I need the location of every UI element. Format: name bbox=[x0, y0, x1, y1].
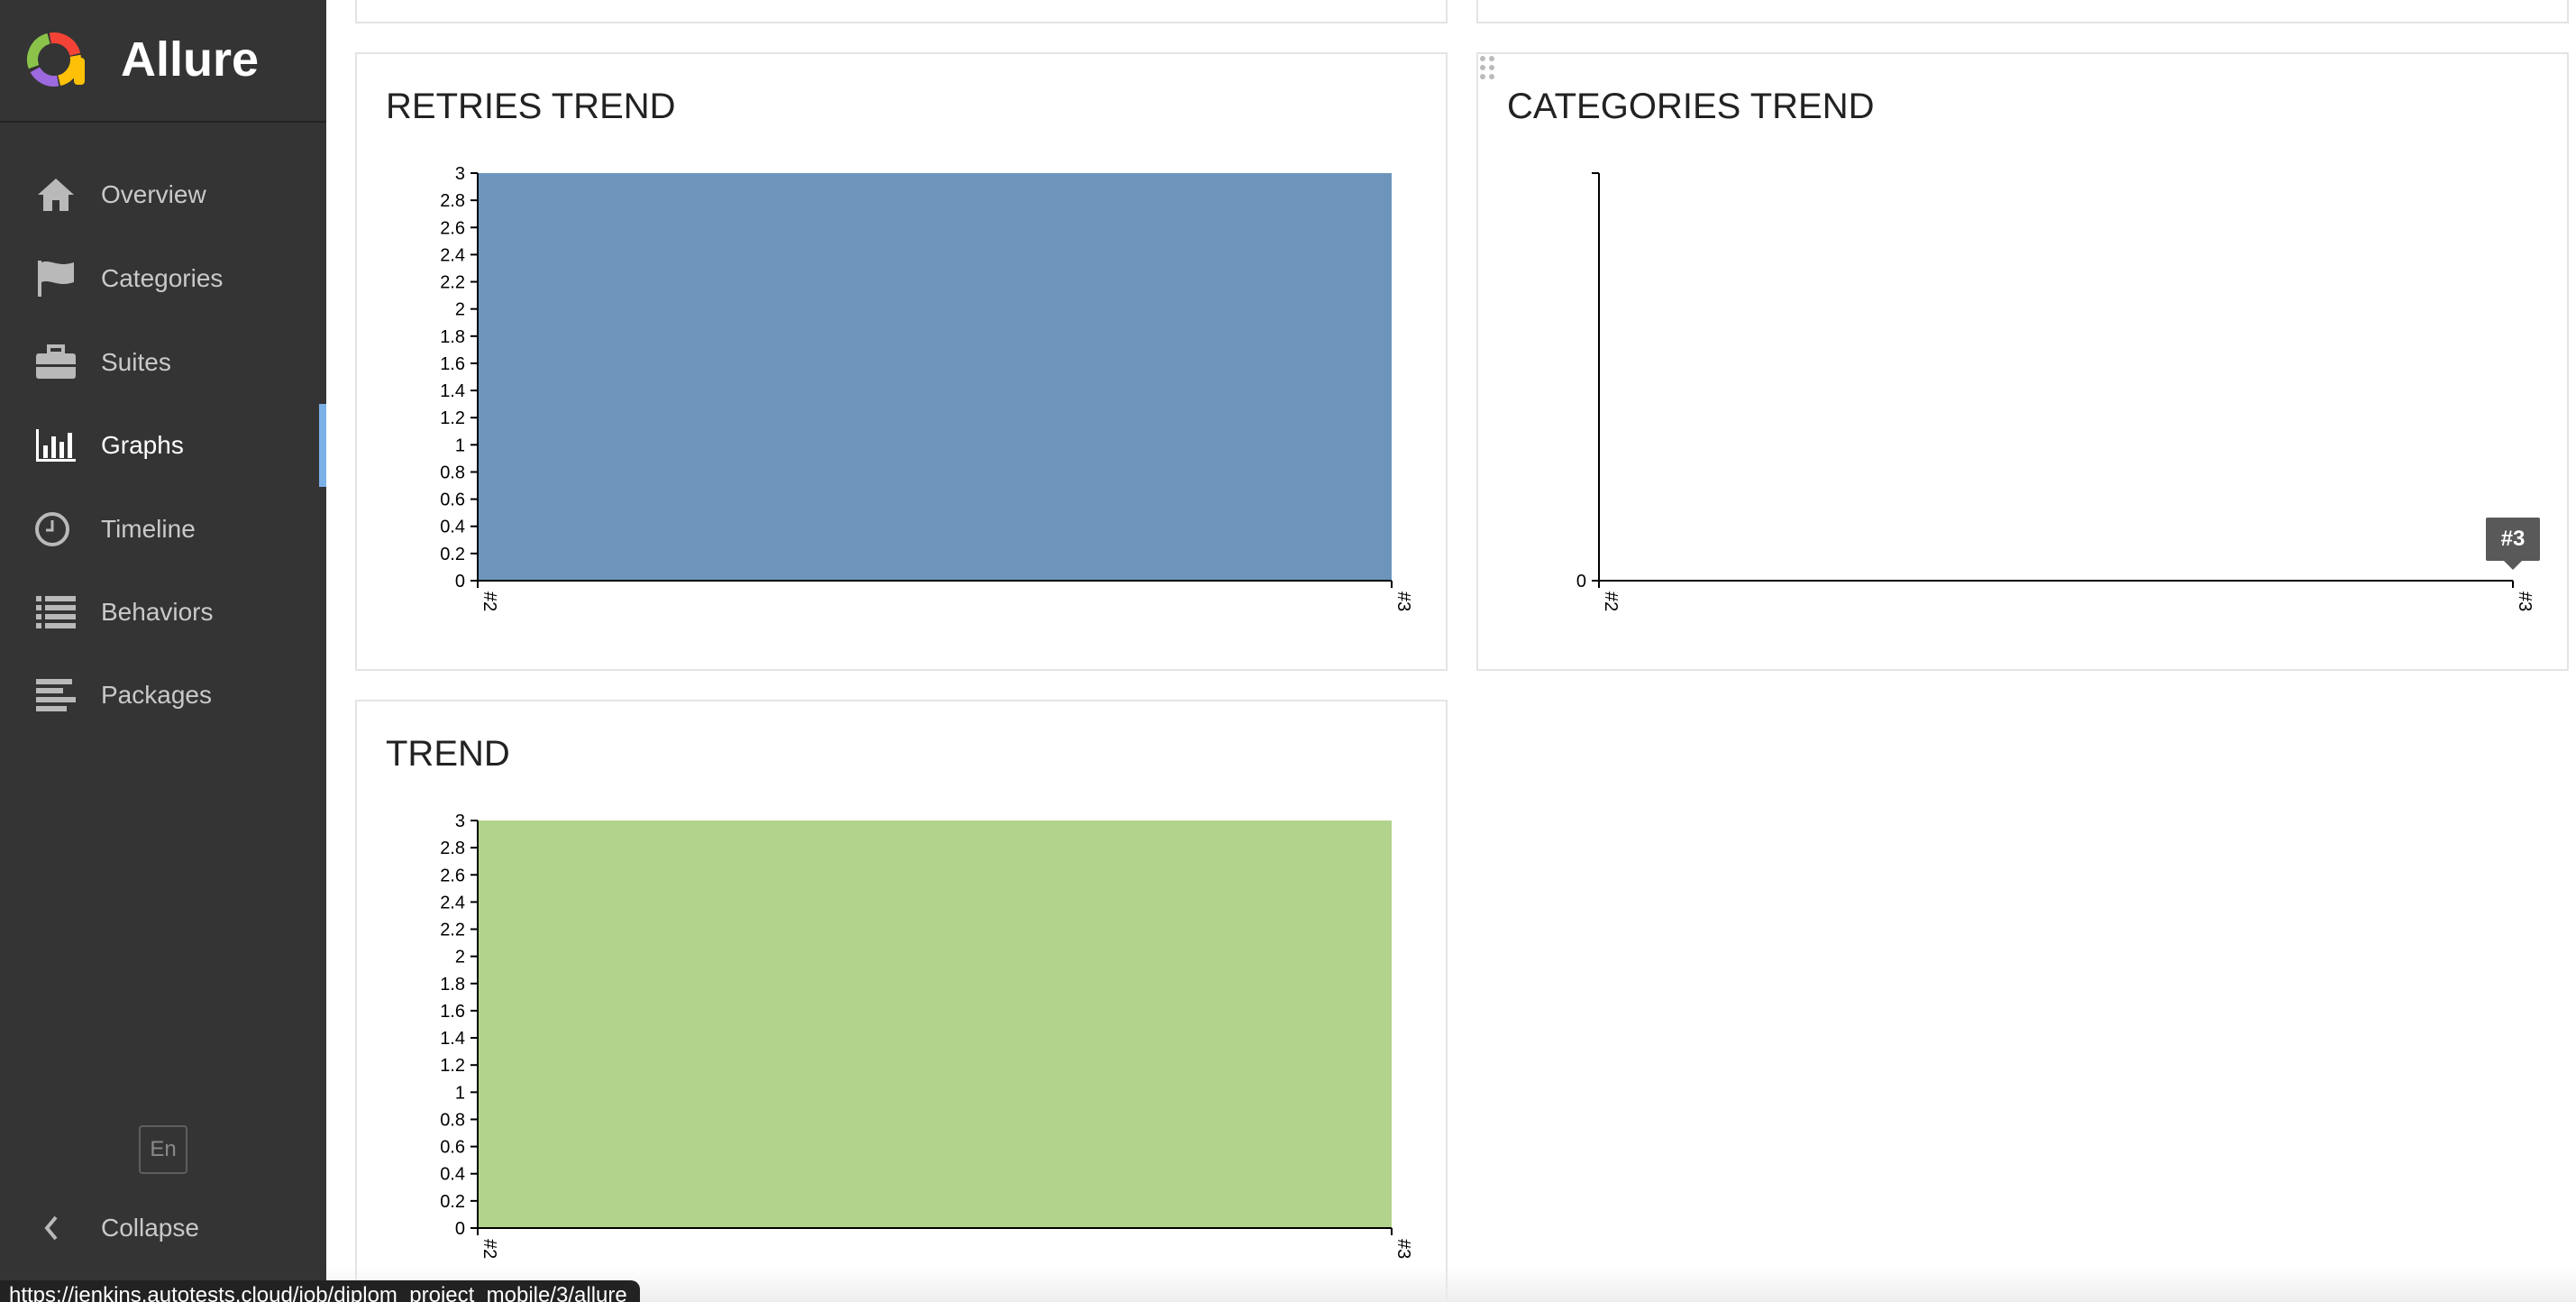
y-tick-label: 1.6 bbox=[440, 354, 465, 374]
sidebar-item-behaviors[interactable]: Behaviors bbox=[0, 571, 326, 654]
y-tick-label: 0 bbox=[455, 1219, 465, 1239]
trend-chart: 0 0.2 0.4 0.6 0.8 1 1.2 1.4 1.6 1.8 2 2.2 2.4 2.6 2.8 3… bbox=[440, 811, 1413, 1259]
tooltip-arrow-icon bbox=[2502, 559, 2524, 570]
y-tick-label: 0.8 bbox=[440, 463, 465, 482]
allure-report-app: Allure Overview Categories Suites Graphs… bbox=[0, 0, 2576, 1302]
y-tick-label: 0.4 bbox=[440, 1165, 465, 1185]
y-tick-label: 1.2 bbox=[440, 408, 465, 428]
x-tick-label: #3 bbox=[2515, 591, 2535, 611]
y-tick-label: 2.8 bbox=[440, 839, 465, 858]
categories-trend-widget: CATEGORIES TREND 0 #2 #3 #3 bbox=[1476, 52, 2569, 671]
y-tick-label: 0 bbox=[1576, 572, 1586, 591]
y-tick-label: 0.8 bbox=[440, 1110, 465, 1130]
y-tick-label: 1 bbox=[455, 1083, 465, 1103]
y-tick-label: 0.4 bbox=[440, 518, 465, 537]
y-tick-label: 0.2 bbox=[440, 1192, 465, 1212]
y-tick-label: 0.6 bbox=[440, 1138, 465, 1158]
y-tick-label: 2.2 bbox=[440, 921, 465, 940]
y-tick-label: 1.2 bbox=[440, 1056, 465, 1076]
y-tick-label: 2.2 bbox=[440, 273, 465, 293]
y-tick-label: 0.2 bbox=[440, 545, 465, 564]
chevron-left-icon bbox=[44, 1215, 58, 1241]
y-tick-label: 3 bbox=[455, 811, 465, 831]
sidebar-item-categories[interactable]: Categories bbox=[0, 237, 326, 320]
chart-area-series[interactable] bbox=[478, 821, 1392, 1228]
y-tick-label: 2 bbox=[455, 948, 465, 967]
chart-tooltip: #3 bbox=[2486, 518, 2540, 561]
sidebar-item-label: Overview bbox=[101, 180, 206, 208]
y-tick-label: 1.8 bbox=[440, 327, 465, 347]
sidebar-item-overview[interactable]: Overview bbox=[0, 153, 326, 236]
sidebar-item-label: Timeline bbox=[101, 515, 196, 543]
list-icon bbox=[36, 596, 76, 628]
y-tick-label: 2.6 bbox=[440, 218, 465, 238]
y-tick-label: 0 bbox=[455, 572, 465, 591]
sidebar-item-timeline[interactable]: Timeline bbox=[0, 488, 326, 571]
brand-header[interactable]: Allure bbox=[0, 0, 326, 123]
trend-widget: TREND 0 0.2 0.4 0.6 0.8 1 1.2 1.4 1.6 1.8 2 2.2 2.4 2… bbox=[355, 700, 1448, 1302]
x-tick-label: #3 bbox=[1393, 591, 1413, 611]
align-left-icon bbox=[36, 679, 76, 711]
briefcase-icon bbox=[36, 344, 76, 379]
sidebar: Allure Overview Categories Suites Graphs… bbox=[0, 0, 326, 1302]
page-bottom-shade bbox=[326, 1266, 2576, 1302]
home-icon bbox=[38, 179, 74, 211]
flag-icon bbox=[38, 261, 74, 297]
categories-trend-chart: 0 #2 #3 bbox=[1576, 172, 2535, 611]
collapse-button[interactable]: Collapse bbox=[0, 1199, 326, 1257]
y-tick-label: 1.4 bbox=[440, 1029, 465, 1049]
allure-logo-icon bbox=[26, 32, 85, 87]
x-tick-label: #2 bbox=[1601, 591, 1621, 611]
y-tick-label: 1.8 bbox=[440, 975, 465, 995]
y-tick-label: 2.6 bbox=[440, 866, 465, 885]
widget-partial-left bbox=[355, 0, 1448, 23]
collapse-label: Collapse bbox=[101, 1214, 199, 1242]
language-button[interactable]: En bbox=[139, 1125, 187, 1174]
x-tick-label: #2 bbox=[480, 591, 499, 611]
status-bar-url: https://jenkins.autotests.cloud/job/dipl… bbox=[0, 1280, 640, 1302]
sidebar-item-label: Behaviors bbox=[101, 598, 214, 626]
sidebar-item-label: Categories bbox=[101, 264, 224, 292]
y-tick-label: 2.4 bbox=[440, 245, 465, 265]
sidebar-item-label: Suites bbox=[101, 348, 171, 376]
x-tick-label: #2 bbox=[480, 1239, 499, 1259]
y-tick-label: 1.6 bbox=[440, 1002, 465, 1022]
sidebar-item-label: Graphs bbox=[101, 431, 184, 459]
chart-area-series[interactable] bbox=[478, 173, 1392, 581]
retries-trend-chart: 0 0.2 0.4 0.6 0.8 1 1.2 1.4 1.6 1.8 2 2.2 2.4 2.6 2.8 3… bbox=[440, 164, 1413, 611]
x-tick-label: #3 bbox=[1393, 1239, 1413, 1259]
bar-chart-icon bbox=[36, 429, 76, 462]
sidebar-item-graphs[interactable]: Graphs bbox=[0, 404, 326, 487]
y-tick-label: 1.4 bbox=[440, 381, 465, 401]
sidebar-item-packages[interactable]: Packages bbox=[0, 654, 326, 737]
clock-icon bbox=[35, 512, 69, 546]
y-tick-label: 1 bbox=[455, 436, 465, 455]
sidebar-item-suites[interactable]: Suites bbox=[0, 321, 326, 404]
retries-trend-widget: RETRIES TREND 0 0.2 0.4 0.6 0.8 1 1.2 1.4 1.6 1.8… bbox=[355, 52, 1448, 671]
y-tick-label: 2.4 bbox=[440, 893, 465, 912]
app-title: Allure bbox=[121, 32, 260, 87]
y-tick-label: 3 bbox=[455, 164, 465, 184]
sidebar-item-label: Packages bbox=[101, 681, 212, 709]
y-tick-label: 2.8 bbox=[440, 191, 465, 211]
y-tick-label: 0.6 bbox=[440, 491, 465, 510]
y-tick-label: 2 bbox=[455, 300, 465, 320]
widget-partial-right bbox=[1476, 0, 2569, 23]
